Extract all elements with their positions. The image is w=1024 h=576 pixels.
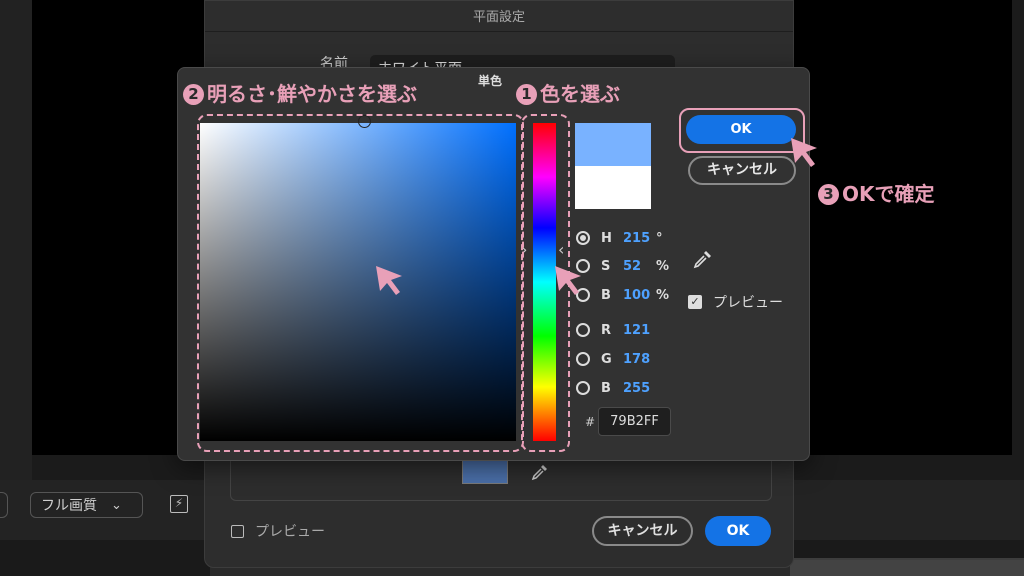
saturation-field-row[interactable]: S 52 % xyxy=(576,256,669,276)
green-field-row[interactable]: G 178 xyxy=(576,349,653,369)
dialog-title: 平面設定 xyxy=(472,10,525,25)
blue-radio[interactable] xyxy=(576,381,590,395)
pointer-cursor-icon xyxy=(376,266,402,295)
red-value[interactable]: 121 xyxy=(623,323,653,338)
resolution-label: フル画質 xyxy=(41,498,97,514)
eyedropper-icon[interactable] xyxy=(530,462,550,482)
blue-value[interactable]: 255 xyxy=(623,381,653,396)
brightness-field-row[interactable]: B 100 % xyxy=(576,285,669,305)
fast-preview-icon[interactable]: ⚡ xyxy=(170,495,188,513)
preview-label: プレビュー xyxy=(713,295,783,311)
chevron-down-icon: ⌄ xyxy=(111,497,122,513)
red-radio[interactable] xyxy=(576,323,590,337)
cancel-button[interactable]: キャンセル xyxy=(688,156,796,185)
cancel-button[interactable]: キャンセル xyxy=(592,516,693,546)
red-field-row[interactable]: R 121 xyxy=(576,320,653,340)
preview-checkbox[interactable] xyxy=(231,525,244,538)
annotation-box-sv-field xyxy=(197,114,524,452)
title-divider xyxy=(205,31,793,32)
step3-number: 3 xyxy=(818,184,839,205)
step2-number: 2 xyxy=(183,84,204,105)
brightness-value[interactable]: 100 xyxy=(623,288,653,303)
preview-checkbox[interactable]: ✓ xyxy=(688,295,702,309)
eyedropper-icon[interactable] xyxy=(692,248,714,270)
preview-label: プレビュー xyxy=(255,524,325,540)
hex-input[interactable]: 79B2FF xyxy=(598,407,671,436)
ok-button[interactable]: OK xyxy=(705,516,771,546)
field-label: B xyxy=(601,380,611,396)
viewer-dropdown-partial[interactable] xyxy=(0,492,8,518)
pointer-cursor-icon xyxy=(555,266,581,295)
dialog-title: 単色 xyxy=(478,74,503,88)
field-unit: ° xyxy=(656,230,663,246)
color-swatch[interactable] xyxy=(462,460,508,484)
field-label: G xyxy=(601,351,612,367)
saturation-value[interactable]: 52 xyxy=(623,259,653,274)
green-radio[interactable] xyxy=(576,352,590,366)
annotation-step1: 1 色を選ぶ xyxy=(516,78,620,107)
left-panel xyxy=(0,0,32,480)
step1-number: 1 xyxy=(516,84,537,105)
annotation-step2: 2 明るさ･鮮やかさを選ぶ xyxy=(183,78,417,107)
hex-prefix: # xyxy=(585,415,596,429)
field-label: H xyxy=(601,230,612,246)
step1-text: 色を選ぶ xyxy=(540,82,620,106)
original-color-swatch[interactable] xyxy=(575,166,651,209)
hue-radio[interactable] xyxy=(576,231,590,245)
field-label: B xyxy=(601,287,611,303)
step2-text: 明るさ･鮮やかさを選ぶ xyxy=(207,82,417,106)
field-label: S xyxy=(601,258,611,274)
green-value[interactable]: 178 xyxy=(623,352,653,367)
work-area-bar[interactable] xyxy=(790,558,1024,576)
hue-value[interactable]: 215 xyxy=(623,231,653,246)
new-color-swatch xyxy=(575,123,651,166)
field-unit: % xyxy=(656,258,670,274)
blue-field-row[interactable]: B 255 xyxy=(576,378,653,398)
resolution-dropdown[interactable]: フル画質 ⌄ xyxy=(30,492,143,518)
step3-text: OKで確定 xyxy=(842,182,935,206)
annotation-step3: 3 OKで確定 xyxy=(818,178,935,207)
field-unit: % xyxy=(656,287,670,303)
hue-field-row[interactable]: H 215 ° xyxy=(576,228,663,248)
pointer-cursor-icon xyxy=(791,138,817,167)
field-label: R xyxy=(601,322,612,338)
